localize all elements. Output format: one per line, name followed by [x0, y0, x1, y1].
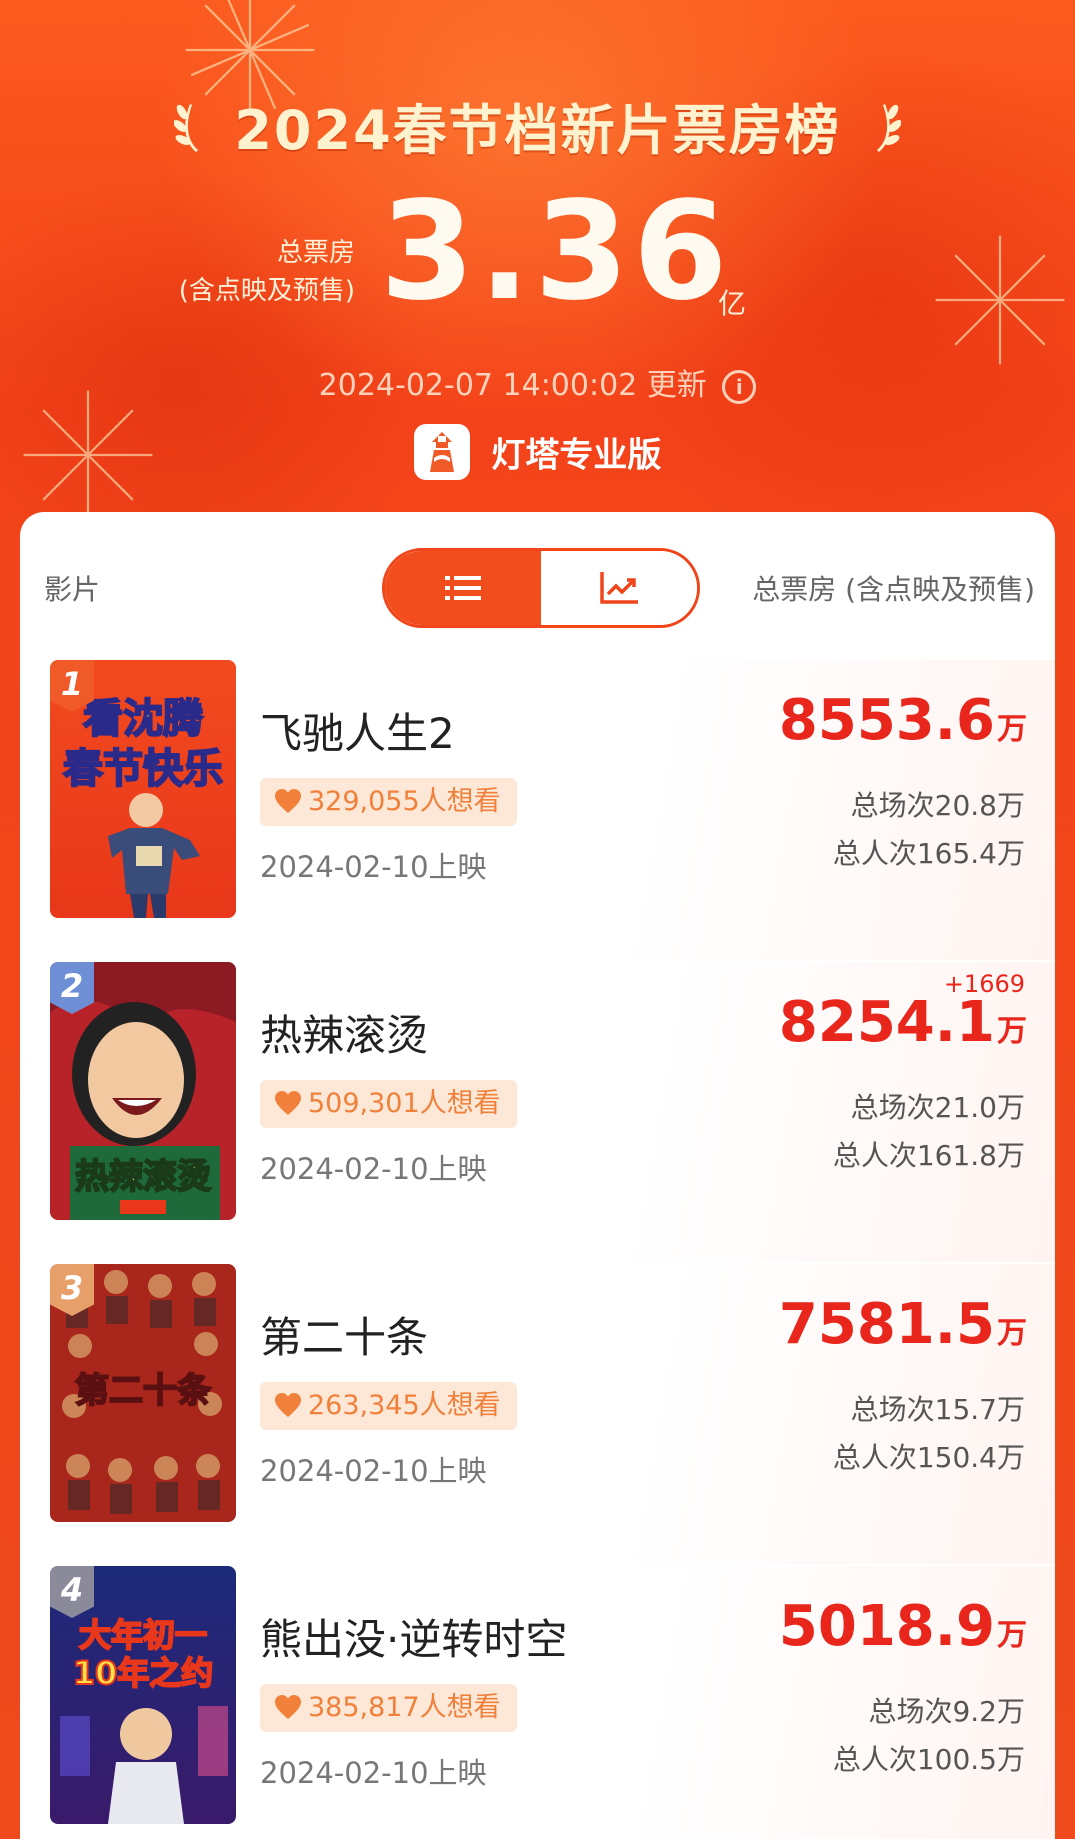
box-office-value: 8553.6万 [779, 688, 1027, 753]
release-date: 2024-02-10上映 [260, 1756, 487, 1790]
total-label-line2: (含点映及预售) [178, 276, 355, 306]
admissions-count: 总人次150.4万 [832, 1441, 1025, 1474]
movie-poster: 大年初一 10年之约 4 [50, 1566, 236, 1824]
trend-chart-icon [600, 572, 638, 604]
heart-icon [275, 788, 301, 813]
list-view-button[interactable] [385, 551, 541, 625]
box-office-unit: 万 [997, 1618, 1027, 1653]
page-title: 2024春节档新片票房榜 [234, 99, 841, 162]
column-movie-label: 影片 [44, 573, 101, 606]
movie-poster: 第二十条 3 [50, 1264, 236, 1522]
movie-poster: 热辣滚烫 2 [50, 962, 236, 1220]
box-office-unit: 万 [997, 1316, 1027, 1351]
heart-icon [275, 1090, 301, 1115]
column-box-office-label: 总票房 (含点映及预售) [752, 573, 1035, 606]
want-count: 509,301人想看 [308, 1088, 501, 1119]
screenings-count: 总场次9.2万 [868, 1695, 1025, 1728]
ranking-header: 影片 总票房 (含点映及预售) [20, 512, 1055, 632]
want-to-watch-badge: 509,301人想看 [260, 1080, 517, 1128]
movie-row[interactable]: 大年初一 10年之约 4 熊出没·逆转时空 385,817人想看 2024-02… [20, 1566, 1055, 1839]
release-date: 2024-02-10上映 [260, 1152, 487, 1186]
release-date: 2024-02-10上映 [260, 850, 487, 884]
view-toggle[interactable] [382, 548, 700, 628]
laurel-right-icon [877, 103, 902, 152]
box-office-page: 2024春节档新片票房榜 总票房 (含点映及预售) 3.36 亿 2024-02… [0, 0, 1075, 1839]
want-count: 385,817人想看 [308, 1692, 501, 1723]
heart-icon [275, 1392, 301, 1417]
poster-text: 看沈腾 [83, 696, 204, 742]
box-office-value: 7581.5万 [779, 1292, 1027, 1357]
release-date: 2024-02-10上映 [260, 1454, 487, 1488]
total-label-line1: 总票房 [276, 238, 355, 268]
poster-text: 热辣滚烫 [75, 1157, 211, 1197]
movie-row[interactable]: 第二十条 3 第二十条 263,345人想看 2024-02-10上映 7581… [20, 1264, 1055, 1564]
screenings-count: 总场次21.0万 [850, 1091, 1025, 1124]
movie-row[interactable]: 热辣滚烫 2 热辣滚烫 509,301人想看 2024-02-10上映 +166… [20, 962, 1055, 1262]
brand-name: 灯塔专业版 [491, 435, 662, 476]
update-suffix: 更新 [646, 368, 707, 403]
want-count: 329,055人想看 [308, 786, 501, 817]
total-unit: 亿 [718, 287, 747, 320]
page-title-row: 2024春节档新片票房榜 [0, 86, 1075, 165]
want-to-watch-badge: 329,055人想看 [260, 778, 517, 826]
list-view-icon [445, 576, 481, 600]
trend-view-button[interactable] [541, 551, 697, 625]
movie-title[interactable]: 热辣滚烫 [260, 1002, 428, 1063]
admissions-count: 总人次100.5万 [832, 1743, 1025, 1776]
update-time: 2024-02-07 14:00:02 [318, 368, 638, 403]
total-value: 3.36 [380, 173, 732, 331]
box-office-number: 8254.1 [778, 990, 995, 1055]
movie-title[interactable]: 第二十条 [260, 1304, 428, 1365]
box-office-number: 7581.5 [778, 1292, 995, 1357]
poster-text: 大年初一 [79, 1616, 207, 1654]
box-office-value: 8254.1万 [779, 990, 1027, 1055]
want-to-watch-badge: 263,345人想看 [260, 1382, 517, 1430]
poster-text: 第二十条 [75, 1371, 211, 1411]
poster-text: 10年之约 [73, 1654, 214, 1692]
box-office-value: 5018.9万 [779, 1594, 1027, 1659]
screenings-count: 总场次15.7万 [850, 1393, 1025, 1426]
box-office-number: 5018.9 [778, 1594, 995, 1659]
movie-row[interactable]: 看沈腾 春节快乐 1 飞驰人生2 329,055人想看 2024-02-10上映… [20, 660, 1055, 960]
ranking-panel: 影片 总票房 (含点映及预售) 看沈腾 春节快乐 1 飞驰人生2 329,055… [20, 512, 1055, 1839]
box-office-unit: 万 [997, 712, 1027, 747]
admissions-count: 总人次165.4万 [832, 837, 1025, 870]
update-time-row: 2024-02-07 14:00:02 更新 i [0, 360, 1075, 404]
box-office-number: 8553.6 [778, 688, 995, 753]
info-icon[interactable]: i [722, 369, 757, 404]
admissions-count: 总人次161.8万 [832, 1139, 1025, 1172]
want-count: 263,345人想看 [308, 1390, 501, 1421]
heart-icon [275, 1694, 301, 1719]
total-box-office: 总票房 (含点映及预售) 3.36 亿 [0, 182, 1075, 330]
lighthouse-logo-icon [413, 424, 470, 480]
poster-text: 春节快乐 [63, 746, 223, 792]
brand-row: 灯塔专业版 [0, 424, 1075, 480]
laurel-left-icon [173, 103, 198, 152]
box-office-unit: 万 [997, 1014, 1027, 1049]
movie-title[interactable]: 熊出没·逆转时空 [260, 1606, 567, 1667]
screenings-count: 总场次20.8万 [850, 789, 1025, 822]
movie-poster: 看沈腾 春节快乐 1 [50, 660, 236, 918]
want-to-watch-badge: 385,817人想看 [260, 1684, 517, 1732]
movie-title[interactable]: 飞驰人生2 [260, 700, 455, 761]
total-label: 总票房 (含点映及预售) [179, 234, 355, 310]
